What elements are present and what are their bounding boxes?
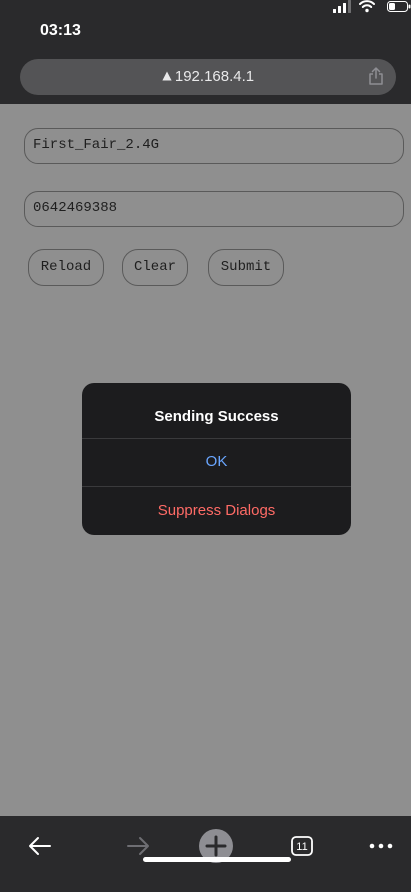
submit-button[interactable]: Submit <box>208 249 284 286</box>
more-options-icon[interactable] <box>361 826 401 866</box>
browser-top-chrome: 03:13 192.168.4.1 <box>0 0 411 104</box>
reload-button[interactable]: Reload <box>28 249 104 286</box>
clear-button[interactable]: Clear <box>122 249 188 286</box>
wifi-icon <box>359 0 375 13</box>
dialog-ok-button[interactable]: OK <box>82 438 351 486</box>
address-url: 192.168.4.1 <box>174 68 255 85</box>
alert-dialog: Sending Success OK Suppress Dialogs <box>82 383 351 535</box>
cellular-signal-icon <box>333 0 351 13</box>
tab-count: 11 <box>296 841 307 853</box>
not-secure-warning-icon <box>162 71 172 81</box>
back-arrow-icon[interactable] <box>20 826 60 866</box>
suppress-dialogs-button[interactable]: Suppress Dialogs <box>82 486 351 535</box>
battery-icon <box>387 1 411 12</box>
status-bar: 03:13 <box>0 0 411 56</box>
browser-toolbar: 11 <box>0 816 411 892</box>
dialog-title: Sending Success <box>154 408 279 425</box>
share-icon[interactable] <box>368 67 384 85</box>
ssid-input[interactable]: First_Fair_2.4G <box>24 128 404 164</box>
address-bar[interactable]: 192.168.4.1 <box>20 59 396 95</box>
home-indicator[interactable] <box>143 857 291 862</box>
status-time: 03:13 <box>40 22 81 39</box>
password-input[interactable]: 0642469388 <box>24 191 404 227</box>
